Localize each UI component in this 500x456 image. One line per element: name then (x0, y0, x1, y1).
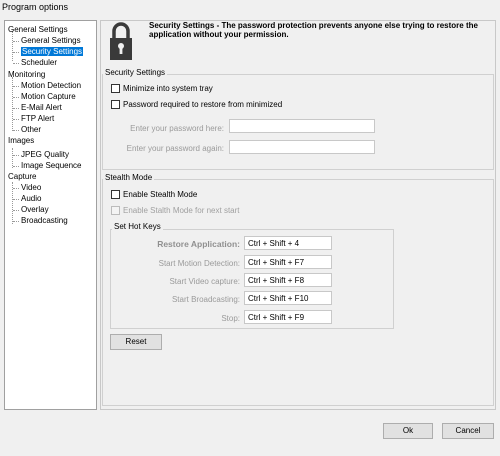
reset-button[interactable]: Reset (110, 334, 162, 350)
tree-item-general-settings[interactable]: General Settings (21, 35, 81, 46)
tree-group-monitoring[interactable]: Monitoring (8, 69, 45, 80)
tree-item-image-sequence[interactable]: Image Sequence (21, 160, 82, 171)
motion-hotkey-field[interactable]: Ctrl + Shift + F7 (244, 255, 332, 269)
stealth-mode-group-label: Stealth Mode (103, 173, 155, 182)
tree-item-other[interactable]: Other (21, 124, 41, 135)
stop-hotkey-label: Stop: (221, 314, 240, 323)
tree-item-security-settings[interactable]: Security Settings (21, 46, 84, 57)
password-field[interactable] (229, 119, 375, 133)
password-required-checkbox[interactable] (111, 100, 120, 109)
password-required-label: Password required to restore from minimi… (123, 100, 283, 109)
tree-item-audio[interactable]: Audio (21, 193, 41, 204)
broadcast-hotkey-label: Start Broadcasting: (171, 295, 240, 304)
broadcast-hotkey-field[interactable]: Ctrl + Shift + F10 (244, 291, 332, 305)
video-hotkey-field[interactable]: Ctrl + Shift + F8 (244, 273, 332, 287)
hotkeys-group-label: Set Hot Keys (112, 222, 163, 231)
tree-item-overlay[interactable]: Overlay (21, 204, 49, 215)
restore-hotkey-field[interactable]: Ctrl + Shift + 4 (244, 236, 332, 250)
restore-hotkey-label: Restore Application: (157, 239, 240, 249)
stealth-next-start-label: Enable Stalth Mode for next start (123, 206, 240, 215)
lock-icon (110, 22, 132, 60)
options-tree[interactable]: General Settings General Settings Securi… (4, 20, 97, 410)
tree-item-ftp-alert[interactable]: FTP Alert (21, 113, 54, 124)
tree-item-scheduler[interactable]: Scheduler (21, 57, 57, 68)
enable-stealth-label: Enable Stealth Mode (123, 190, 198, 199)
cancel-button[interactable]: Cancel (442, 423, 494, 439)
tree-item-broadcasting[interactable]: Broadcasting (21, 215, 68, 226)
tree-item-email-alert[interactable]: E-Mail Alert (21, 102, 62, 113)
tree-group-images[interactable]: Images (8, 135, 34, 146)
password-label: Enter your password here: (130, 124, 224, 133)
tree-item-jpeg-quality[interactable]: JPEG Quality (21, 149, 69, 160)
tree-item-video[interactable]: Video (21, 182, 41, 193)
stealth-next-start-checkbox[interactable] (111, 206, 120, 215)
password-again-label: Enter your password again: (126, 144, 224, 153)
ok-button[interactable]: Ok (383, 423, 433, 439)
video-hotkey-label: Start Video capture: (169, 277, 240, 286)
tree-item-motion-capture[interactable]: Motion Capture (21, 91, 76, 102)
stop-hotkey-field[interactable]: Ctrl + Shift + F9 (244, 310, 332, 324)
window-title: Program options (2, 2, 69, 12)
security-settings-group-label: Security Settings (103, 68, 168, 77)
tree-group-capture[interactable]: Capture (8, 171, 36, 182)
minimize-tray-label: Minimize into system tray (123, 84, 213, 93)
enable-stealth-checkbox[interactable] (111, 190, 120, 199)
tree-group-general-settings[interactable]: General Settings (8, 24, 68, 35)
tree-item-motion-detection[interactable]: Motion Detection (21, 80, 81, 91)
minimize-tray-checkbox[interactable] (111, 84, 120, 93)
password-again-field[interactable] (229, 140, 375, 154)
motion-hotkey-label: Start Motion Detection: (158, 259, 240, 268)
header-description: Security Settings - The password protect… (149, 21, 478, 39)
